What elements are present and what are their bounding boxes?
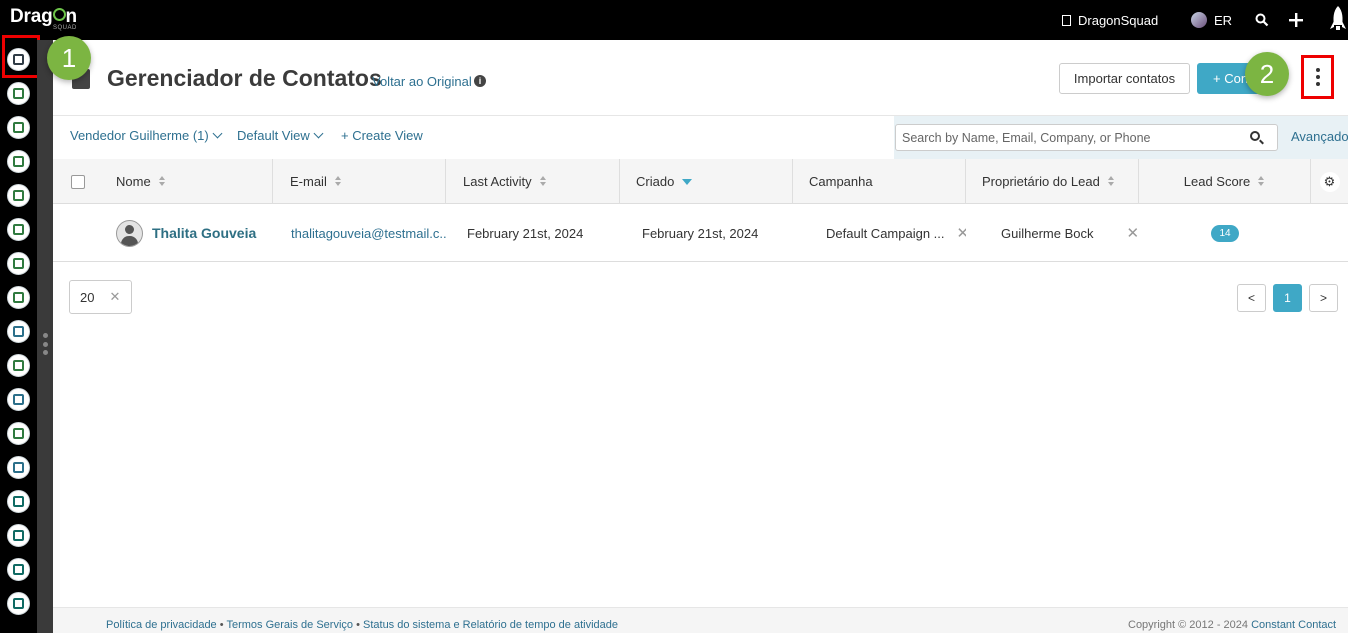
clear-per-page-icon[interactable]: ✕ (109, 289, 120, 305)
terms-link[interactable]: Termos Gerais de Serviço (226, 619, 353, 631)
calendar-icon[interactable] (7, 422, 30, 445)
callout-step-2: 2 (1245, 52, 1289, 96)
page-footer: Política de privacidade • Termos Gerais … (53, 607, 1348, 633)
email-open-icon[interactable] (7, 82, 30, 105)
column-header-email[interactable]: E-mail (273, 159, 446, 204)
contact-name-link[interactable]: Thalita Gouveia (152, 225, 256, 241)
campaign-value: Default Campaign ... (826, 225, 945, 241)
logo-subtitle: SQUAD (53, 25, 77, 31)
chevron-down-icon (212, 128, 223, 139)
page-header: Gerenciador de Contatos Voltar ao Origin… (53, 40, 1348, 116)
user-avatar (1191, 12, 1207, 28)
constant-contact-link[interactable]: Constant Contact (1251, 619, 1336, 631)
column-header-campaign[interactable]: Campanha (793, 159, 966, 204)
org-name: DragonSquad (1078, 12, 1159, 28)
global-search-icon[interactable] (1255, 0, 1269, 40)
cell-lead-score: 14 (1139, 205, 1311, 261)
sort-icon (1107, 176, 1115, 187)
cell-campaign: Default Campaign ... ✕ (826, 205, 966, 261)
cell-last-activity: February 21st, 2024 (467, 225, 584, 241)
drag-handle-icon[interactable] (43, 333, 48, 355)
table-row[interactable]: Thalita Gouveia thalitagouveia@testmail.… (53, 205, 1348, 262)
quick-add-plus-icon[interactable] (1289, 0, 1303, 40)
info-icon[interactable]: i (474, 75, 486, 87)
owner-value: Guilherme Bock (1001, 225, 1094, 241)
more-options-icon[interactable] (1301, 55, 1334, 99)
gallery-icon[interactable] (7, 388, 30, 411)
sort-descending-icon (682, 178, 693, 185)
column-header-lead-owner[interactable]: Proprietário do Lead (966, 159, 1139, 204)
advanced-search-link[interactable]: Avançado (1291, 129, 1348, 144)
prev-page-button[interactable]: < (1237, 284, 1266, 312)
add-user-icon[interactable] (7, 558, 30, 581)
headset-icon[interactable] (7, 524, 30, 547)
cell-lead-owner: Guilherme Bock ✕ (1001, 205, 1141, 261)
owner-filter-dropdown[interactable]: Vendedor Guilherme (1) (70, 128, 223, 143)
privacy-policy-link[interactable]: Política de privacidade (106, 619, 217, 631)
view-dropdown[interactable]: Default View (237, 128, 324, 143)
next-page-button[interactable]: > (1309, 284, 1338, 312)
column-header-last-activity[interactable]: Last Activity (446, 159, 620, 204)
page-title: Gerenciador de Contatos (107, 65, 382, 91)
megaphone-icon[interactable] (7, 252, 30, 275)
chat-icon[interactable] (7, 286, 30, 309)
select-all-checkbox-cell (53, 159, 102, 204)
create-view-link[interactable]: + Create View (341, 128, 423, 143)
rail-highlight-box (2, 35, 40, 78)
per-page-value: 20 (80, 289, 95, 305)
contact-email-link[interactable]: thalitagouveia@testmail.c... (291, 226, 446, 241)
tv-icon[interactable] (7, 354, 30, 377)
building-icon (1062, 14, 1071, 26)
contact-search-input[interactable] (895, 124, 1278, 151)
footer-links: Política de privacidade • Termos Gerais … (106, 619, 618, 631)
search-icon[interactable] (1250, 131, 1260, 141)
top-navbar: Drag n SQUAD DragonSquad ER (0, 0, 1348, 40)
bar-chart-icon[interactable] (7, 592, 30, 615)
cell-created: February 21st, 2024 (642, 225, 759, 241)
app-icon-rail (0, 40, 37, 633)
contact-avatar-icon (116, 219, 143, 247)
select-all-checkbox[interactable] (70, 174, 85, 189)
per-page-select[interactable]: 20 ✕ (69, 280, 132, 314)
cell-name: Thalita Gouveia (116, 205, 273, 261)
filter-bar: Vendedor Guilherme (1) Default View + Cr… (53, 116, 1348, 159)
sort-icon (539, 176, 547, 187)
handshake-icon[interactable] (7, 456, 30, 479)
sort-icon (158, 176, 166, 187)
callout-step-1: 1 (47, 36, 91, 80)
column-header-name[interactable]: Nome (102, 159, 273, 204)
clear-campaign-icon[interactable]: ✕ (957, 224, 966, 242)
cell-email: thalitagouveia@testmail.c... (291, 205, 446, 261)
clipboard-icon[interactable] (7, 116, 30, 139)
import-contacts-button[interactable]: Importar contatos (1059, 63, 1190, 94)
workflow-icon[interactable] (7, 184, 30, 207)
gear-icon[interactable]: ⚙ (1319, 171, 1340, 192)
sort-icon (334, 176, 342, 187)
rocket-icon[interactable] (1329, 0, 1347, 40)
sort-icon (1258, 176, 1265, 187)
column-settings-cell: ⚙ (1311, 159, 1348, 204)
org-switcher[interactable]: DragonSquad (1062, 0, 1158, 40)
user-initials: ER (1214, 12, 1233, 28)
user-menu[interactable]: ER (1191, 0, 1232, 40)
search-area: Avançado (894, 116, 1348, 159)
thumbs-up-icon[interactable] (7, 320, 30, 343)
map-icon[interactable] (7, 150, 30, 173)
column-header-created[interactable]: Criado (620, 159, 793, 204)
page-1-button[interactable]: 1 (1273, 284, 1302, 312)
column-header-lead-score[interactable]: Lead Score (1139, 159, 1311, 204)
copyright: Copyright © 2012 - 2024 Constant Contact (1128, 619, 1337, 631)
lead-score-badge: 14 (1211, 224, 1239, 242)
analytics-icon[interactable] (7, 490, 30, 513)
system-status-link[interactable]: Status do sistema e Relatório de tempo d… (363, 619, 618, 631)
chevron-down-icon (313, 128, 324, 139)
clear-owner-icon[interactable]: ✕ (1126, 224, 1139, 242)
list-icon[interactable] (7, 218, 30, 241)
revert-original-link[interactable]: Voltar ao Original (372, 74, 472, 89)
table-header: Nome E-mail Last Activity Criado Campanh… (53, 159, 1348, 204)
